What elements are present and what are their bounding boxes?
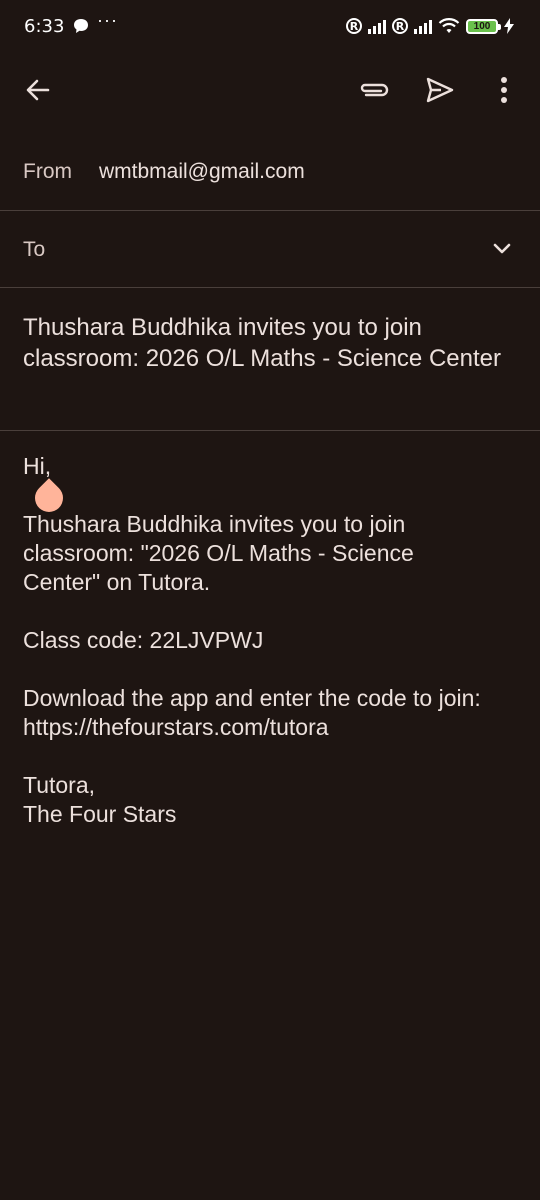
body-link[interactable]: https://thefourstars.com/tutora: [23, 713, 523, 742]
chevron-down-icon[interactable]: [488, 235, 516, 263]
email-body[interactable]: Hi, Thushara Buddhika invites you to joi…: [23, 452, 523, 829]
body-greeting: Hi,: [23, 453, 52, 479]
charging-icon: [504, 18, 514, 34]
status-bar: 6:33 ··· R R 100: [0, 0, 540, 54]
body-signature: Tutora,: [23, 772, 96, 798]
body-download-line: Download the app and enter the code to j…: [23, 685, 481, 711]
from-address[interactable]: wmtbmail@gmail.com: [99, 160, 305, 184]
from-field[interactable]: From wmtbmail@gmail.com: [0, 134, 540, 211]
body-invite-line: classroom: "2026 O/L Maths - Science: [23, 540, 414, 566]
body-invite-line: Thushara Buddhika invites you to join: [23, 511, 406, 537]
send-button[interactable]: [416, 66, 464, 114]
more-notifications-icon: ···: [97, 10, 118, 30]
roaming-icon: R: [392, 18, 408, 34]
signal-icon: [368, 18, 386, 34]
subject-field[interactable]: Thushara Buddhika invites you to join cl…: [0, 288, 540, 431]
more-options-button[interactable]: [480, 66, 528, 114]
body-invite-line: Center" on Tutora.: [23, 569, 211, 595]
arrow-left-icon: [26, 79, 50, 101]
battery-icon: 100: [466, 18, 501, 34]
paperclip-icon: [360, 83, 389, 97]
compose-toolbar: [0, 58, 540, 122]
body-signature: The Four Stars: [23, 801, 177, 827]
status-icons: R R 100: [346, 14, 514, 38]
to-field[interactable]: To: [0, 211, 540, 288]
to-label: To: [23, 238, 46, 261]
status-time: 6:33: [24, 16, 65, 37]
back-button[interactable]: [14, 66, 62, 114]
signal-icon: [414, 18, 432, 34]
attach-button[interactable]: [350, 66, 398, 114]
more-vert-icon: [501, 77, 507, 103]
roaming-icon: R: [346, 18, 362, 34]
send-icon: [426, 77, 454, 103]
message-bubble-icon: [74, 19, 88, 33]
wifi-icon: [438, 18, 460, 33]
body-class-code: Class code: 22LJVPWJ: [23, 627, 264, 653]
subject-text[interactable]: Thushara Buddhika invites you to join cl…: [23, 312, 513, 374]
from-label: From: [23, 160, 72, 183]
